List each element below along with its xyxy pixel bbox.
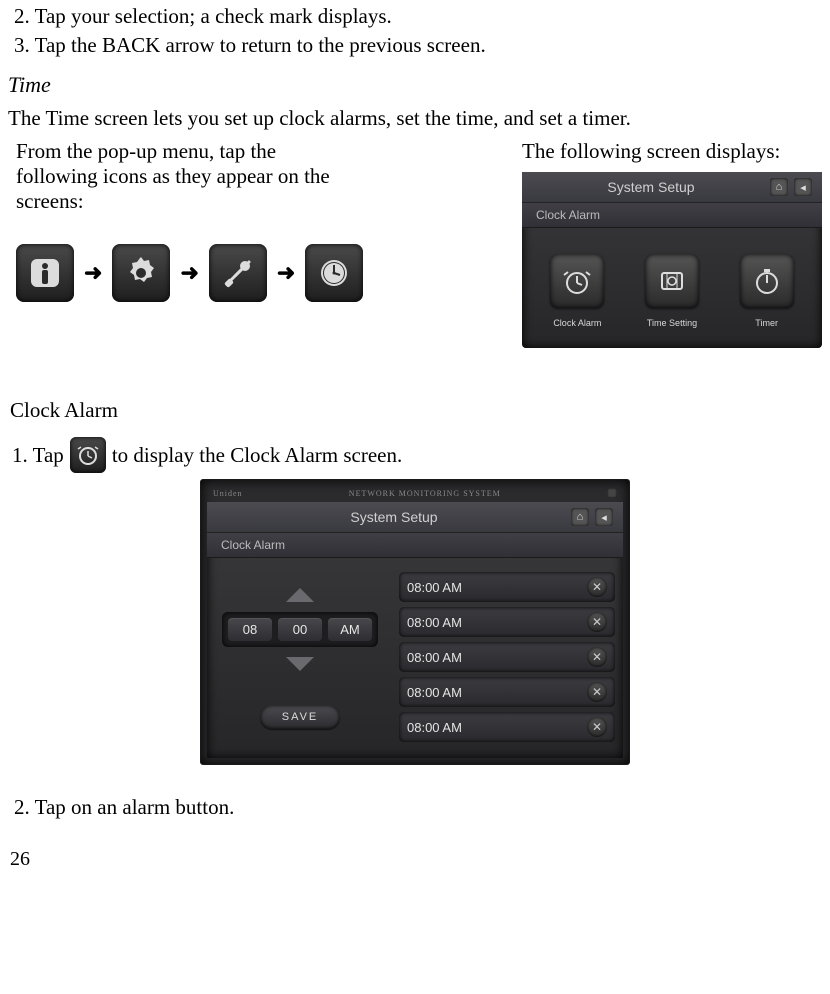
step-1-pre: 1. Tap	[12, 443, 64, 468]
clock-alarm-icon[interactable]	[70, 437, 106, 473]
device-subtitle: Clock Alarm	[522, 203, 822, 228]
clock-icon[interactable]	[305, 244, 363, 302]
delete-alarm-icon[interactable]: ✕	[587, 612, 607, 632]
alarm-time: 08:00 AM	[407, 685, 462, 700]
alarm-time: 08:00 AM	[407, 650, 462, 665]
arrow-icon: ➜	[180, 260, 198, 286]
device-screenshot-time: System Setup ⌂ ◂ Clock Alarm	[522, 172, 822, 348]
icon-navigation-row: ➜ ➜	[16, 244, 482, 302]
status-dot-icon	[607, 488, 617, 498]
alarm-time: 08:00 AM	[407, 580, 462, 595]
popup-instruction-text: From the pop-up menu, tap the following …	[16, 139, 336, 214]
delete-alarm-icon[interactable]: ✕	[587, 647, 607, 667]
device-brand: Uniden	[213, 489, 243, 498]
arrow-icon: ➜	[277, 260, 295, 286]
device-screenshot-clock-alarm: Uniden NETWORK MONITORING SYSTEM System …	[200, 479, 630, 765]
alarm-row[interactable]: 08:00 AM ✕	[399, 677, 615, 707]
clock-alarm-heading: Clock Alarm	[10, 398, 822, 423]
time-intro: The Time screen lets you set up clock al…	[8, 106, 822, 131]
step-3: 3. Tap the BACK arrow to return to the p…	[14, 33, 822, 58]
picker-ampm[interactable]: AM	[328, 618, 372, 641]
time-picker[interactable]: 08 00 AM	[222, 612, 378, 647]
device-tagline: NETWORK MONITORING SYSTEM	[349, 489, 501, 498]
alarm-row[interactable]: 08:00 AM ✕	[399, 642, 615, 672]
tools-icon[interactable]	[209, 244, 267, 302]
info-icon[interactable]	[16, 244, 74, 302]
step-2-alarm: 2. Tap on an alarm button.	[14, 795, 822, 820]
home-icon[interactable]: ⌂	[571, 508, 589, 526]
timer-label: Timer	[755, 318, 778, 328]
clock-alarm-label: Clock Alarm	[553, 318, 601, 328]
alarm-row[interactable]: 08:00 AM ✕	[399, 607, 615, 637]
picker-down-icon[interactable]	[286, 657, 314, 671]
delete-alarm-icon[interactable]: ✕	[587, 717, 607, 737]
save-button[interactable]: SAVE	[260, 705, 341, 729]
gear-icon[interactable]	[112, 244, 170, 302]
delete-alarm-icon[interactable]: ✕	[587, 577, 607, 597]
picker-minute[interactable]: 00	[278, 618, 322, 641]
alarm-row[interactable]: 08:00 AM ✕	[399, 712, 615, 742]
step-2: 2. Tap your selection; a check mark disp…	[14, 4, 822, 29]
step-1-post: to display the Clock Alarm screen.	[112, 443, 402, 468]
delete-alarm-icon[interactable]: ✕	[587, 682, 607, 702]
page-number: 26	[8, 848, 822, 871]
alarm-time: 08:00 AM	[407, 720, 462, 735]
section-heading-time: Time	[8, 72, 822, 98]
device-title: System Setup	[607, 179, 694, 195]
back-icon[interactable]: ◂	[595, 508, 613, 526]
device2-title: System Setup	[350, 509, 437, 525]
back-icon[interactable]: ◂	[794, 178, 812, 196]
arrow-icon: ➜	[84, 260, 102, 286]
time-setting-button[interactable]: Time Setting	[627, 254, 717, 328]
alarm-time: 08:00 AM	[407, 615, 462, 630]
alarm-row[interactable]: 08:00 AM ✕	[399, 572, 615, 602]
clock-alarm-button[interactable]: Clock Alarm	[532, 254, 622, 328]
picker-up-icon[interactable]	[286, 588, 314, 602]
time-setting-label: Time Setting	[647, 318, 697, 328]
picker-hour[interactable]: 08	[228, 618, 272, 641]
timer-button[interactable]: Timer	[722, 254, 812, 328]
right-intro-text: The following screen displays:	[522, 139, 822, 164]
device2-subtitle: Clock Alarm	[207, 533, 623, 558]
home-icon[interactable]: ⌂	[770, 178, 788, 196]
